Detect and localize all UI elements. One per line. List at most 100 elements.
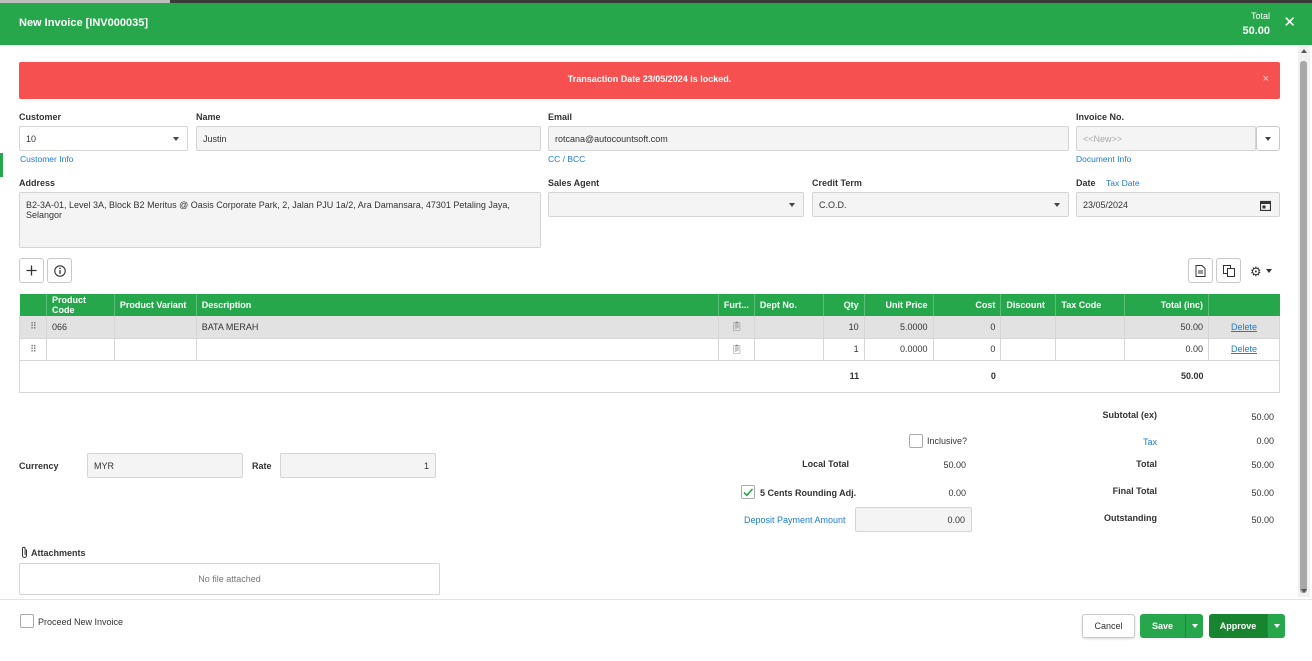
copy-icon bbox=[1222, 264, 1235, 277]
proceed-new-checkbox[interactable] bbox=[20, 614, 34, 628]
document-info-link[interactable]: Document Info bbox=[1076, 154, 1131, 164]
delete-link[interactable]: Delete bbox=[1231, 344, 1257, 354]
drag-handle-icon[interactable]: ⠿ bbox=[19, 338, 47, 361]
column-header[interactable]: Tax Code bbox=[1055, 294, 1126, 316]
column-header[interactable]: Product Variant bbox=[114, 294, 197, 316]
clipboard-icon[interactable]: 📋︎ bbox=[731, 344, 742, 354]
alert-close-icon[interactable]: × bbox=[1263, 73, 1269, 85]
copy-button[interactable] bbox=[1216, 258, 1241, 283]
tax-code-cell[interactable] bbox=[1055, 338, 1126, 361]
plus-icon bbox=[26, 265, 37, 276]
column-header[interactable]: Qty bbox=[823, 294, 865, 316]
customer-select[interactable]: 10 bbox=[19, 126, 188, 151]
unit-price-cell[interactable]: 5.0000 bbox=[864, 316, 934, 339]
description-cell[interactable] bbox=[196, 338, 719, 361]
discount-cell[interactable] bbox=[1000, 338, 1057, 361]
table-row[interactable]: ⠿ 📋︎ 1 0.0000 0 0.00 Delete bbox=[19, 338, 1280, 361]
product-variant-cell[interactable] bbox=[114, 316, 197, 339]
final-total-value: 50.00 bbox=[1251, 488, 1274, 498]
tax-value: 0.00 bbox=[1256, 436, 1274, 446]
further-description-cell[interactable]: 📋︎ bbox=[718, 316, 755, 339]
invoice-no-dropdown-button[interactable] bbox=[1256, 126, 1280, 151]
address-field[interactable]: B2-3A-01, Level 3A, Block B2 Meritus @ O… bbox=[19, 192, 541, 248]
local-total-label: Local Total bbox=[802, 459, 849, 469]
dept-cell[interactable] bbox=[754, 316, 824, 339]
rate-value: 1 bbox=[423, 460, 429, 471]
table-row[interactable]: ⠿ 066 BATA MERAH 📋︎ 10 5.0000 0 50.00 De… bbox=[19, 316, 1280, 339]
cc-bcc-link[interactable]: CC / BCC bbox=[548, 154, 585, 164]
calendar-icon[interactable] bbox=[1260, 200, 1271, 211]
column-header[interactable]: Discount bbox=[1000, 294, 1057, 316]
chevron-down-icon bbox=[1273, 624, 1280, 628]
product-code-cell[interactable] bbox=[46, 338, 115, 361]
description-cell[interactable]: BATA MERAH bbox=[196, 316, 719, 339]
currency-field[interactable]: MYR bbox=[87, 453, 243, 478]
discount-cell[interactable] bbox=[1000, 316, 1057, 339]
subtotal-value: 50.00 bbox=[1251, 412, 1274, 422]
currency-label: Currency bbox=[19, 461, 59, 471]
settings-menu[interactable]: ⚙ bbox=[1250, 264, 1276, 278]
column-header[interactable]: Product Code bbox=[46, 294, 115, 316]
credit-term-select[interactable]: C.O.D. bbox=[812, 192, 1069, 217]
scroll-up-icon[interactable] bbox=[1301, 49, 1307, 53]
credit-term-value: C.O.D. bbox=[819, 199, 847, 210]
column-header[interactable]: Total (inc) bbox=[1124, 294, 1210, 316]
close-icon[interactable]: ✕ bbox=[1283, 15, 1296, 30]
tax-link[interactable]: Tax bbox=[1066, 437, 1157, 447]
deposit-payment-link[interactable]: Deposit Payment Amount bbox=[744, 515, 846, 525]
further-description-cell[interactable]: 📋︎ bbox=[718, 338, 755, 361]
cost-cell[interactable]: 0 bbox=[933, 338, 1002, 361]
dialog-footer: Proceed New Invoice Cancel Save Approve bbox=[0, 599, 1312, 661]
drag-handle-icon[interactable]: ⠿ bbox=[19, 316, 47, 339]
checkmark-icon bbox=[743, 488, 754, 497]
subtotal-label: Subtotal (ex) bbox=[1102, 410, 1157, 420]
rounding-checkbox[interactable] bbox=[741, 485, 755, 499]
name-field[interactable]: Justin bbox=[196, 126, 541, 151]
scroll-down-icon[interactable] bbox=[1301, 589, 1307, 593]
unit-price-cell[interactable]: 0.0000 bbox=[864, 338, 934, 361]
attachments-header: Attachments bbox=[20, 546, 86, 559]
column-header[interactable]: Cost bbox=[933, 294, 1002, 316]
total-cost: 0 bbox=[933, 360, 1001, 393]
column-header[interactable]: Description bbox=[196, 294, 719, 316]
alert-message: Transaction Date 23/05/2024 is locked. bbox=[567, 74, 732, 84]
add-row-button[interactable] bbox=[19, 258, 44, 283]
cancel-button[interactable]: Cancel bbox=[1082, 614, 1135, 638]
tax-code-cell[interactable] bbox=[1055, 316, 1126, 339]
paperclip-icon bbox=[22, 546, 27, 558]
deposit-value: 0.00 bbox=[947, 514, 965, 525]
rate-field[interactable]: 1 bbox=[280, 453, 436, 478]
lock-alert: Transaction Date 23/05/2024 is locked. × bbox=[19, 62, 1280, 99]
sales-agent-select[interactable] bbox=[548, 192, 804, 217]
grand-total: 50.00 bbox=[1124, 360, 1209, 393]
invoice-no-field[interactable]: <<New>> bbox=[1076, 126, 1256, 151]
inclusive-checkbox[interactable] bbox=[909, 434, 923, 448]
scrollbar-thumb[interactable] bbox=[1300, 61, 1307, 593]
deposit-field[interactable]: 0.00 bbox=[855, 507, 972, 532]
qty-cell[interactable]: 1 bbox=[823, 338, 865, 361]
qty-cell[interactable]: 10 bbox=[823, 316, 865, 339]
save-dropdown-button[interactable] bbox=[1185, 614, 1203, 638]
column-header[interactable]: Unit Price bbox=[864, 294, 934, 316]
save-button[interactable]: Save bbox=[1140, 614, 1185, 638]
approve-dropdown-button[interactable] bbox=[1267, 614, 1285, 638]
dept-cell[interactable] bbox=[754, 338, 824, 361]
date-field[interactable]: 23/05/2024 bbox=[1076, 192, 1280, 217]
customer-info-link[interactable]: Customer Info bbox=[20, 154, 73, 164]
sales-agent-label: Sales Agent bbox=[548, 178, 600, 188]
product-variant-cell[interactable] bbox=[114, 338, 197, 361]
export-button[interactable] bbox=[1188, 258, 1213, 283]
product-code-cell[interactable]: 066 bbox=[46, 316, 115, 339]
scrollbar[interactable] bbox=[1298, 45, 1310, 597]
email-field[interactable]: rotcana@autocountsoft.com bbox=[548, 126, 1069, 151]
approve-button[interactable]: Approve bbox=[1209, 614, 1267, 638]
delete-link[interactable]: Delete bbox=[1231, 322, 1257, 332]
attachment-dropzone[interactable]: No file attached bbox=[19, 563, 440, 595]
clipboard-icon[interactable]: 📋︎ bbox=[731, 321, 742, 331]
info-button[interactable] bbox=[47, 258, 72, 283]
tax-date-link[interactable]: Tax Date bbox=[1106, 178, 1140, 188]
column-header[interactable]: Dept No. bbox=[754, 294, 824, 316]
chevron-down-icon bbox=[1054, 202, 1060, 207]
column-header[interactable]: Furt... bbox=[718, 294, 755, 316]
cost-cell[interactable]: 0 bbox=[933, 316, 1002, 339]
